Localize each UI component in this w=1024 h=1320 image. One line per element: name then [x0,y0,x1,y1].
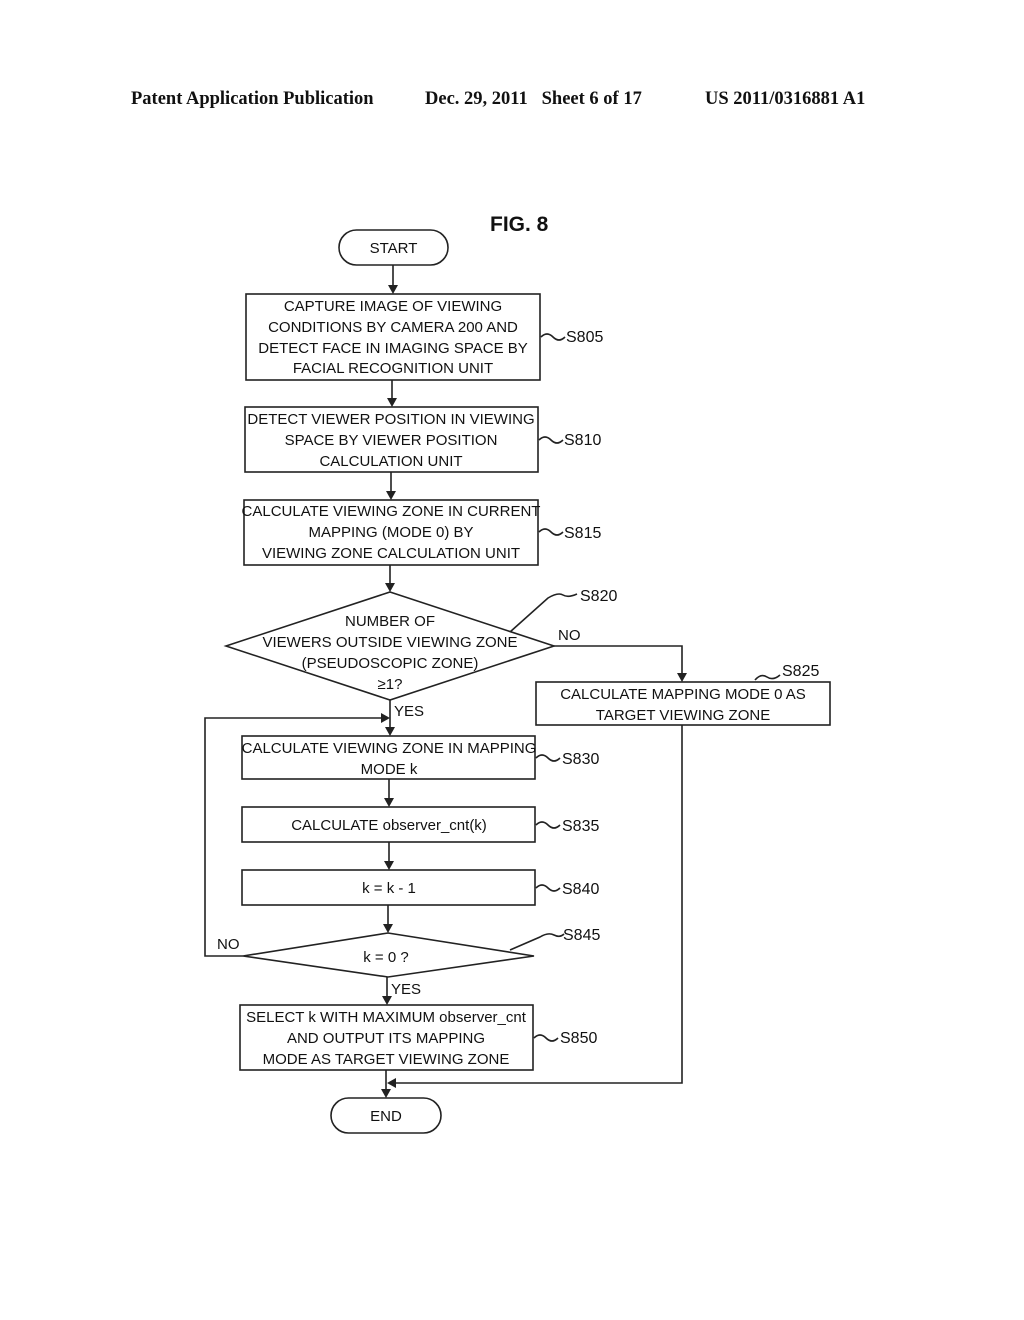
arrowhead [386,491,396,500]
step-s810-line-3: CALCULATION UNIT [319,453,462,470]
end-terminal: END [330,1097,442,1134]
step-s830-id: S830 [562,751,599,768]
step-s805-line-4: FACIAL RECOGNITION UNIT [293,360,493,377]
step-s835-leader [535,821,561,829]
arrowhead [381,713,390,723]
step-s830-line-1: CALCULATE VIEWING ZONE IN MAPPING [242,740,537,757]
step-s810-leader [538,436,564,444]
decision-s820-yes-label: YES [394,703,424,720]
step-s805-line-2: CONDITIONS BY CAMERA 200 AND [268,319,518,336]
step-s850-line-2: AND OUTPUT ITS MAPPING [287,1030,485,1047]
arrowhead [383,924,393,933]
step-s805-leader [540,333,566,341]
decision-s820-line-3: (PSEUDOSCOPIC ZONE) [302,655,479,672]
step-s815: CALCULATE VIEWING ZONE IN CURRENT MAPPIN… [242,499,601,566]
step-s815-leader [538,528,564,536]
arrowhead [385,727,395,736]
decision-s820-line-4: ≥1? [378,676,403,693]
decision-s845-yes-label: YES [391,981,421,998]
step-s830-leader [535,754,561,762]
step-s850-line-3: MODE AS TARGET VIEWING ZONE [263,1051,510,1068]
step-s805-line-3: DETECT FACE IN IMAGING SPACE BY [258,340,528,357]
arrow-s820-no-to-s825 [554,645,683,675]
step-s810-line-1: DETECT VIEWER POSITION IN VIEWING [247,411,534,428]
step-s825: CALCULATE MAPPING MODE 0 AS TARGET VIEWI… [535,663,831,726]
figure-title: FIG. 8 [490,213,549,236]
arrowhead [384,861,394,870]
step-s850: SELECT k WITH MAXIMUM observer_cnt AND O… [239,1004,597,1071]
arrowhead [387,1078,396,1088]
step-s815-line-1: CALCULATE VIEWING ZONE IN CURRENT [242,503,541,520]
step-s840-id: S840 [562,881,599,898]
arrowhead [388,285,398,294]
step-s805: CAPTURE IMAGE OF VIEWING CONDITIONS BY C… [245,293,603,381]
end-label: END [370,1108,402,1125]
arrowhead [677,673,687,682]
step-s830-line-2: MODE k [361,761,418,778]
step-s850-line-1: SELECT k WITH MAXIMUM observer_cnt [246,1009,527,1026]
decision-s845-leader [509,933,565,951]
arrowhead [384,798,394,807]
step-s840-leader [535,884,561,892]
start-terminal: START [338,229,449,266]
step-s850-id: S850 [560,1030,597,1047]
step-s835: CALCULATE observer_cnt(k) S835 [241,806,599,843]
step-s825-line-2: TARGET VIEWING ZONE [596,707,770,724]
arrowhead [387,398,397,407]
arrowhead [385,583,395,592]
decision-s845-line-1: k = 0 ? [363,949,408,966]
step-s810-line-2: SPACE BY VIEWER POSITION [285,432,498,449]
step-s850-leader [533,1034,559,1042]
step-s825-line-1: CALCULATE MAPPING MODE 0 AS [560,686,806,703]
step-s825-leader [754,674,781,681]
step-s835-line-1: CALCULATE observer_cnt(k) [291,817,487,834]
arrowhead [382,996,392,1005]
step-s830: CALCULATE VIEWING ZONE IN MAPPING MODE k… [241,735,599,780]
flowchart: FIG. 8 START CAPTURE IMAGE OF VIEWING CO… [204,213,831,1134]
step-s805-id: S805 [566,329,603,346]
step-s810: DETECT VIEWER POSITION IN VIEWING SPACE … [244,406,601,473]
decision-s845-id: S845 [563,927,600,944]
decision-s820-line-2: VIEWERS OUTSIDE VIEWING ZONE [262,634,517,651]
step-s840: k = k - 1 S840 [241,869,599,906]
decision-s820-line-1: NUMBER OF [345,613,435,630]
step-s810-id: S810 [564,432,601,449]
decision-s820-id: S820 [580,588,617,605]
decision-s820-no-label: NO [558,627,581,644]
decision-s845-no-label: NO [217,936,240,953]
step-s805-line-1: CAPTURE IMAGE OF VIEWING [284,298,502,315]
step-s815-line-3: VIEWING ZONE CALCULATION UNIT [262,545,520,562]
step-s815-line-2: MAPPING (MODE 0) BY [308,524,473,541]
step-s835-id: S835 [562,818,599,835]
step-s825-id: S825 [782,663,819,680]
arrowhead [381,1089,391,1098]
step-s840-line-1: k = k - 1 [362,880,416,897]
decision-s845: k = 0 ? S845 NO YES [217,927,600,998]
step-s815-id: S815 [564,525,601,542]
start-label: START [370,240,418,257]
